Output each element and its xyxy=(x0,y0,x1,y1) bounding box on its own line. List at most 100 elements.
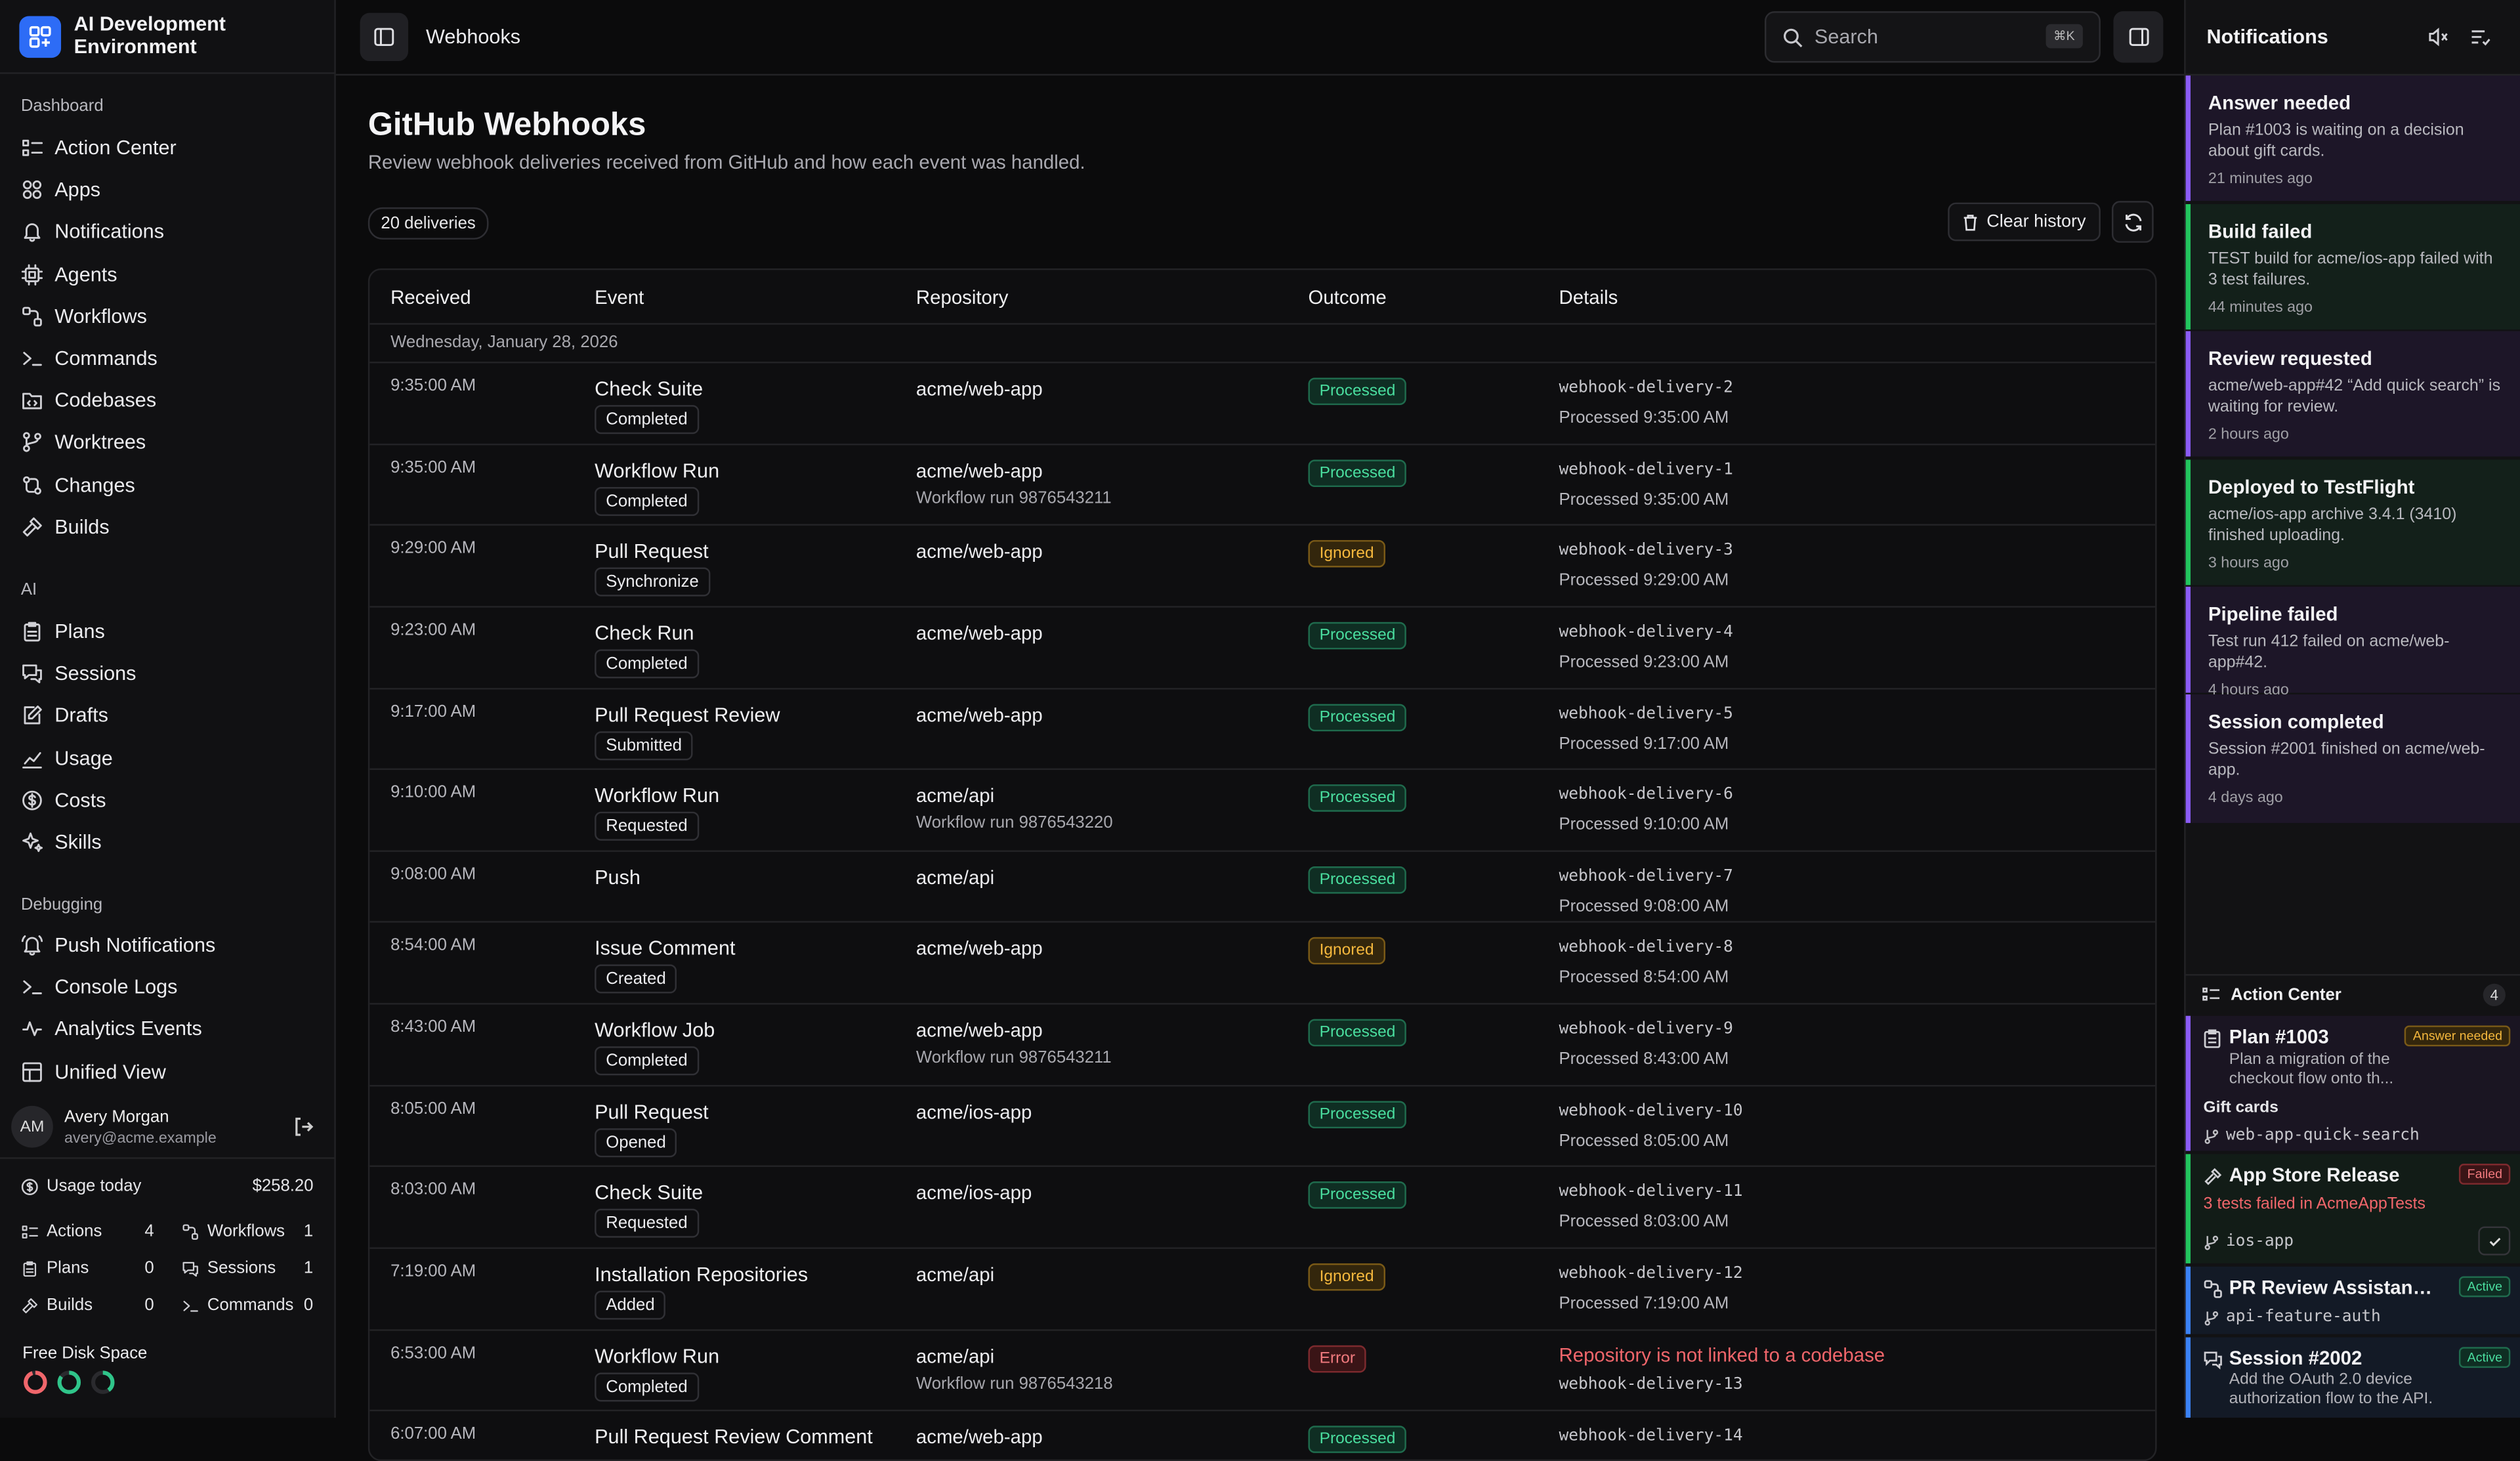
user-profile[interactable]: AM Avery Morgan avery@acme.example xyxy=(0,1099,334,1154)
table-row[interactable]: 7:19:00 AM Installation Repositories Added… xyxy=(369,1249,2156,1330)
sidebar-item-action-center[interactable]: Action Center xyxy=(11,129,323,167)
event-action-tag: Synchronize xyxy=(595,568,710,597)
sidebar-item-console-logs[interactable]: Console Logs xyxy=(11,968,323,1007)
sidebar-item-unified-view[interactable]: Unified View xyxy=(11,1052,323,1091)
disk-usage-ring[interactable] xyxy=(56,1370,82,1395)
refresh-button[interactable] xyxy=(2111,201,2154,243)
sidebar-item-changes[interactable]: Changes xyxy=(11,465,323,504)
branch-name: api-feature-auth xyxy=(2225,1308,2381,1326)
usage-summary: Usage today $258.20 Actions 4 Workflows 1 Pl… xyxy=(0,1157,335,1315)
mark-all-read-icon[interactable] xyxy=(2469,26,2491,48)
approve-button[interactable] xyxy=(2478,1226,2511,1256)
column-header-event[interactable]: Event xyxy=(595,286,644,308)
repository-name[interactable]: acme/web-app xyxy=(916,704,1043,726)
event-action-tag: Completed xyxy=(595,1372,699,1401)
sidebar-item-codebases[interactable]: Codebases xyxy=(11,381,323,420)
notification-title: Build failed xyxy=(2208,220,2313,243)
notification-time: 44 minutes ago xyxy=(2208,299,2313,317)
table-row[interactable]: 9:35:00 AM Workflow Run Completed acme/web-… xyxy=(369,445,2156,526)
sidebar-item-worktrees[interactable]: Worktrees xyxy=(11,423,323,462)
processed-time: Processed 8:05:00 AM xyxy=(1559,1130,1729,1151)
repository-name[interactable]: acme/web-app xyxy=(916,459,1043,482)
action-card-app-store-release[interactable]: App Store Release Failed 3 tests failed … xyxy=(2185,1154,2520,1263)
action-card-pr-review-assistant[interactable]: PR Review Assistant #4... Active api-fea… xyxy=(2185,1266,2520,1334)
sidebar-item-analytics-events[interactable]: Analytics Events xyxy=(11,1010,323,1049)
sidebar-item-builds[interactable]: Builds xyxy=(11,507,323,546)
repository-name[interactable]: acme/web-app xyxy=(916,1019,1043,1041)
repository-name[interactable]: acme/web-app xyxy=(916,541,1043,563)
usage-stat-value: 0 xyxy=(144,1258,154,1278)
notification-item[interactable]: Answer needed Plan #1003 is waiting on a … xyxy=(2185,75,2520,201)
processed-time: Processed 9:17:00 AM xyxy=(1559,734,1729,753)
bell-ring-icon xyxy=(21,934,43,956)
notification-item[interactable]: Pipeline failed Test run 412 failed on ac… xyxy=(2185,586,2520,699)
received-time: 6:53:00 AM xyxy=(390,1343,476,1363)
clear-history-button[interactable]: Clear history xyxy=(1948,202,2101,242)
action-center-header[interactable]: Action Center 4 xyxy=(2185,974,2520,1014)
table-row[interactable]: 8:54:00 AM Issue Comment Created acme/web-a… xyxy=(369,923,2156,1005)
sidebar-item-notifications[interactable]: Notifications xyxy=(11,213,323,251)
table-row[interactable]: 8:05:00 AM Pull Request Opened acme/ios-app… xyxy=(369,1086,2156,1168)
table-row[interactable]: 9:29:00 AM Pull Request Synchronize acme/we… xyxy=(369,526,2156,608)
sidebar-toggle-button[interactable] xyxy=(360,12,409,62)
logout-icon[interactable] xyxy=(293,1116,315,1138)
notification-item[interactable]: Build failed TEST build for acme/ios-app … xyxy=(2185,204,2520,330)
column-header-outcome[interactable]: Outcome xyxy=(1308,286,1386,308)
notification-item[interactable]: Session completed Session #2001 finished … xyxy=(2185,694,2520,823)
sidebar-item-plans[interactable]: Plans xyxy=(11,612,323,651)
delivery-id: webhook-delivery-11 xyxy=(1559,1183,1743,1201)
sidebar-item-apps[interactable]: Apps xyxy=(11,171,323,209)
sidebar-item-sessions[interactable]: Sessions xyxy=(11,654,323,693)
repository-name[interactable]: acme/api xyxy=(916,866,994,889)
event-name: Issue Comment xyxy=(595,937,736,960)
notification-item[interactable]: Review requested acme/web-app#42 “Add qui… xyxy=(2185,331,2520,457)
repository-name[interactable]: acme/web-app xyxy=(916,622,1043,645)
table-row[interactable]: 9:23:00 AM Check Run Completed acme/web-app… xyxy=(369,608,2156,690)
repository-name[interactable]: acme/ios-app xyxy=(916,1100,1032,1122)
repository-name[interactable]: acme/web-app xyxy=(916,1426,1043,1449)
disk-usage-ring[interactable] xyxy=(22,1370,48,1395)
repository-name[interactable]: acme/api xyxy=(916,785,994,807)
sidebar-item-label: Codebases xyxy=(54,389,157,412)
sidebar-item-workflows[interactable]: Workflows xyxy=(11,297,323,336)
branch-label: web-app-quick-search xyxy=(2204,1127,2420,1145)
delivery-id: webhook-delivery-3 xyxy=(1559,542,1733,561)
right-panel-toggle-button[interactable] xyxy=(2113,11,2164,63)
column-header-received[interactable]: Received xyxy=(390,286,471,308)
workflow-run-id: Workflow run 9876543211 xyxy=(915,1048,1112,1067)
table-row[interactable]: 9:08:00 AM Push acme/api Processed webhook-d… xyxy=(369,852,2156,923)
repository-name[interactable]: acme/api xyxy=(916,1345,994,1367)
mute-icon[interactable] xyxy=(2427,26,2449,48)
action-card-plan[interactable]: Plan #1003 Answer needed Plan a migratio… xyxy=(2185,1015,2520,1151)
repository-name[interactable]: acme/ios-app xyxy=(916,1181,1032,1204)
sidebar-item-drafts[interactable]: Drafts xyxy=(11,696,323,735)
repository-name[interactable]: acme/api xyxy=(916,1263,994,1286)
brand[interactable]: AI Development Environment xyxy=(0,0,335,74)
sidebar-item-commands[interactable]: Commands xyxy=(11,339,323,378)
sidebar-item-agents[interactable]: Agents xyxy=(11,255,323,293)
processed-time: Processed 9:35:00 AM xyxy=(1559,408,1729,428)
received-time: 9:29:00 AM xyxy=(390,539,476,559)
event-name: Pull Request xyxy=(595,1100,709,1123)
sidebar-item-usage[interactable]: Usage xyxy=(11,739,323,778)
table-row[interactable]: 8:43:00 AM Workflow Job Completed acme/web-… xyxy=(369,1004,2156,1086)
table-row[interactable]: 6:53:00 AM Workflow Run Completed acme/api W… xyxy=(369,1330,2156,1412)
repository-name[interactable]: acme/web-app xyxy=(916,378,1043,400)
event-action-tag: Added xyxy=(595,1290,666,1320)
usage-stat-plans: Plans xyxy=(21,1259,89,1278)
column-header-repository[interactable]: Repository xyxy=(916,286,1008,308)
sidebar-item-costs[interactable]: Costs xyxy=(11,781,323,820)
disk-usage-ring[interactable] xyxy=(90,1370,116,1395)
repository-name[interactable]: acme/web-app xyxy=(916,937,1043,960)
notification-item[interactable]: Deployed to TestFlight acme/ios-app archi… xyxy=(2185,459,2520,585)
table-row[interactable]: 9:17:00 AM Pull Request Review Submitted ac… xyxy=(369,689,2156,771)
column-header-details[interactable]: Details xyxy=(1559,286,1618,308)
table-row[interactable]: 9:10:00 AM Workflow Run Requested acme/api W… xyxy=(369,771,2156,853)
table-row[interactable]: 9:35:00 AM Check Suite Completed acme/web-a… xyxy=(369,363,2156,445)
sidebar-item-skills[interactable]: Skills xyxy=(11,823,323,862)
table-row[interactable]: 6:07:00 AM Pull Request Review Comment acm… xyxy=(369,1412,2155,1460)
action-card-session[interactable]: Session #2002 Active Add the OAuth 2.0 d… xyxy=(2185,1337,2520,1418)
table-row[interactable]: 8:03:00 AM Check Suite Requested acme/ios-a… xyxy=(369,1167,2156,1249)
search-input[interactable]: Search ⌘K xyxy=(1764,11,2101,63)
sidebar-item-push-notifications[interactable]: Push Notifications xyxy=(11,926,323,965)
